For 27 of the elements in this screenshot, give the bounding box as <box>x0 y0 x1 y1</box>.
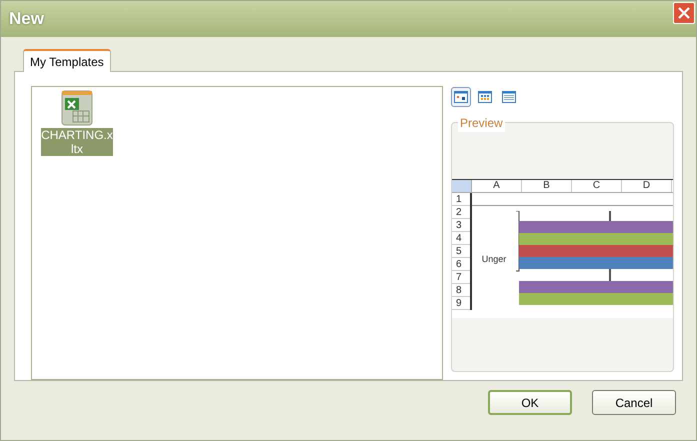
row-number: 1 <box>452 193 470 206</box>
view-button[interactable] <box>451 87 471 107</box>
large-icons-view-icon <box>454 91 468 103</box>
row-number: 3 <box>452 219 470 232</box>
close-button[interactable] <box>673 2 695 24</box>
row-number: 6 <box>452 258 470 271</box>
small-icons-view-icon <box>478 91 492 103</box>
dialog-button[interactable]: Cancel <box>592 390 676 415</box>
row-number: 5 <box>452 245 470 258</box>
template-name: CHARTING.xltx <box>41 128 113 156</box>
row-number: 8 <box>452 284 470 297</box>
axis-bracket <box>516 211 520 272</box>
row-number: 9 <box>452 297 470 310</box>
row-number: 4 <box>452 232 470 245</box>
window-title: New <box>9 8 44 30</box>
column-header: C <box>572 180 622 192</box>
row-number: 7 <box>452 271 470 284</box>
dialog-button[interactable]: OK <box>488 390 572 415</box>
spreadsheet-template-icon <box>61 90 93 126</box>
row-number: 2 <box>452 206 470 219</box>
column-header: D <box>622 180 672 192</box>
column-header: A <box>472 180 522 192</box>
column-header: B <box>522 180 572 192</box>
close-icon <box>678 7 690 19</box>
details-view-icon <box>502 91 516 103</box>
chart-category-label: Unger <box>480 253 508 266</box>
tab[interactable]: My Templates <box>23 49 111 72</box>
